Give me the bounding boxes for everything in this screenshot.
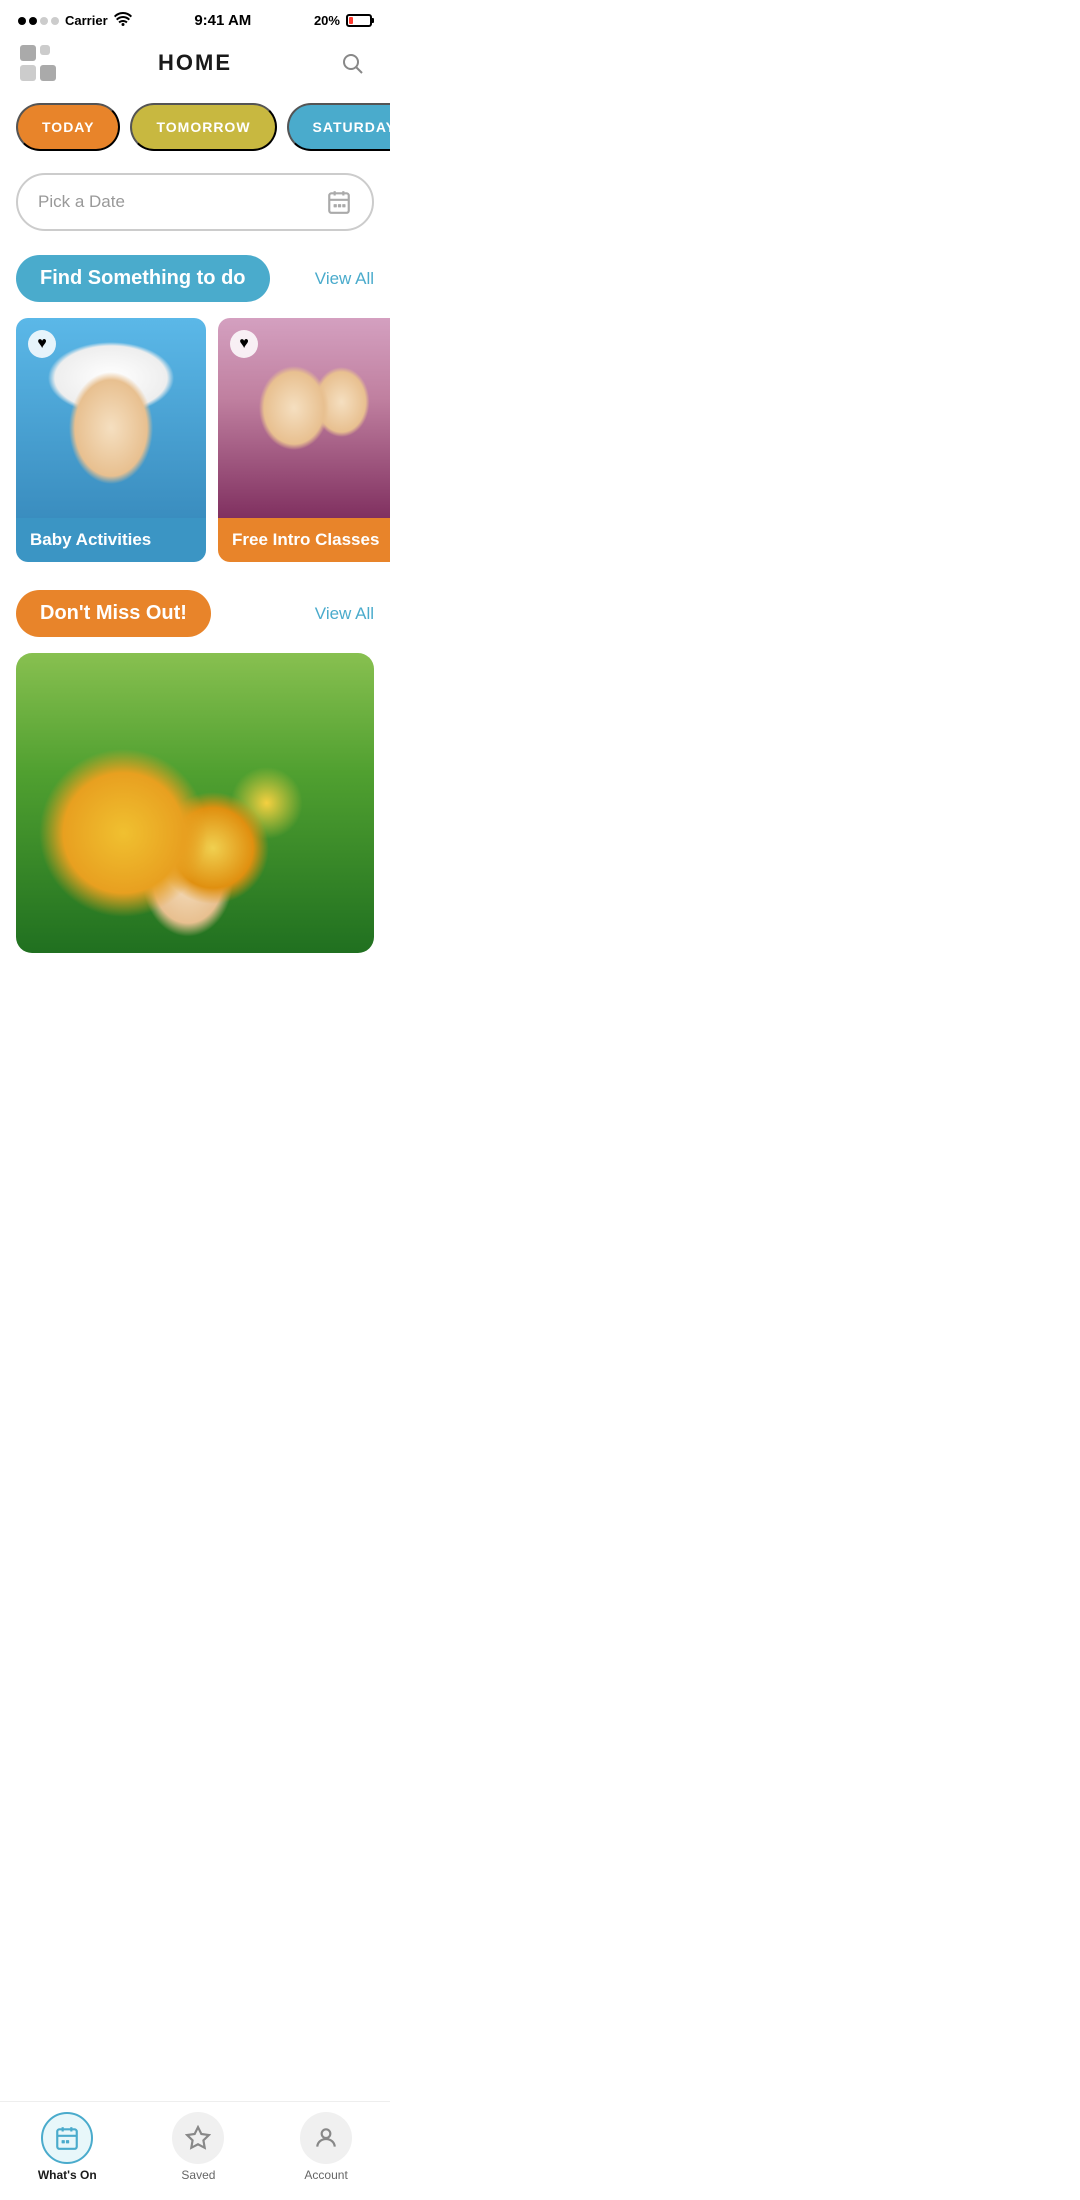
logo-sq-tl bbox=[20, 45, 36, 61]
wifi-icon bbox=[114, 12, 132, 29]
date-picker-container: Pick a Date bbox=[0, 167, 390, 251]
account-icon-circle bbox=[300, 2112, 352, 2164]
card-baby-image: ♥ bbox=[16, 318, 206, 518]
carrier-label: Carrier bbox=[65, 13, 108, 28]
signal-dot-1 bbox=[18, 17, 26, 25]
sisters-heart-btn[interactable]: ♥ bbox=[230, 330, 258, 358]
date-picker[interactable]: Pick a Date bbox=[16, 173, 374, 231]
whats-on-label: What's On bbox=[38, 2168, 97, 2182]
status-right: 20% bbox=[314, 13, 372, 28]
bottom-nav: What's On Saved Account bbox=[0, 2101, 390, 2200]
calendar-icon bbox=[326, 189, 352, 215]
status-time: 9:41 AM bbox=[194, 12, 251, 29]
featured-image[interactable] bbox=[16, 653, 374, 953]
battery-icon bbox=[346, 14, 372, 27]
status-bar: Carrier 9:41 AM 20% bbox=[0, 0, 390, 35]
logo-sq-br bbox=[40, 65, 56, 81]
search-icon bbox=[340, 51, 364, 75]
logo-sq-tr bbox=[40, 45, 50, 55]
tab-tomorrow[interactable]: TOMORROW bbox=[130, 103, 276, 151]
saved-icon-circle bbox=[172, 2112, 224, 2164]
status-left: Carrier bbox=[18, 12, 132, 29]
card-sisters-image: ♥ bbox=[218, 318, 390, 518]
baby-card-label: Baby Activities bbox=[16, 518, 206, 562]
saved-label: Saved bbox=[181, 2168, 215, 2182]
baby-heart-btn[interactable]: ♥ bbox=[28, 330, 56, 358]
classes-card-label: Free Intro Classes bbox=[218, 518, 390, 562]
day-tabs-row: TODAY TOMORROW SATURDAY SUNDAY bbox=[0, 95, 390, 167]
tab-today[interactable]: TODAY bbox=[16, 103, 120, 151]
find-view-all[interactable]: View All bbox=[315, 269, 374, 289]
tab-saturday[interactable]: SATURDAY bbox=[287, 103, 390, 151]
dont-miss-section bbox=[0, 653, 390, 1033]
dont-miss-title: Don't Miss Out! bbox=[16, 590, 211, 637]
signal-dot-4 bbox=[51, 17, 59, 25]
nav-whats-on[interactable]: What's On bbox=[38, 2112, 97, 2182]
signal-dot-3 bbox=[40, 17, 48, 25]
account-label: Account bbox=[304, 2168, 347, 2182]
activity-cards-row: ♥ Baby Activities ♥ Free Intro Classes ♥… bbox=[0, 318, 390, 586]
nav-saved[interactable]: Saved bbox=[172, 2112, 224, 2182]
card-free-intro[interactable]: ♥ Free Intro Classes bbox=[218, 318, 390, 562]
header: HOME bbox=[0, 35, 390, 95]
nav-account[interactable]: Account bbox=[300, 2112, 352, 2182]
signal-dot-2 bbox=[29, 17, 37, 25]
battery-percent: 20% bbox=[314, 13, 340, 28]
page-title: HOME bbox=[158, 50, 232, 76]
featured-img-bg bbox=[16, 653, 374, 953]
find-section-title: Find Something to do bbox=[16, 255, 270, 302]
date-picker-label: Pick a Date bbox=[38, 192, 125, 212]
whats-on-icon-circle bbox=[41, 2112, 93, 2164]
search-button[interactable] bbox=[334, 45, 370, 81]
app-logo bbox=[20, 45, 56, 81]
signal-strength bbox=[18, 17, 59, 25]
dont-miss-section-header: Don't Miss Out! View All bbox=[0, 586, 390, 653]
logo-sq-bl bbox=[20, 65, 36, 81]
dont-miss-view-all[interactable]: View All bbox=[315, 604, 374, 624]
card-baby-activities[interactable]: ♥ Baby Activities bbox=[16, 318, 206, 562]
find-section-header: Find Something to do View All bbox=[0, 251, 390, 318]
